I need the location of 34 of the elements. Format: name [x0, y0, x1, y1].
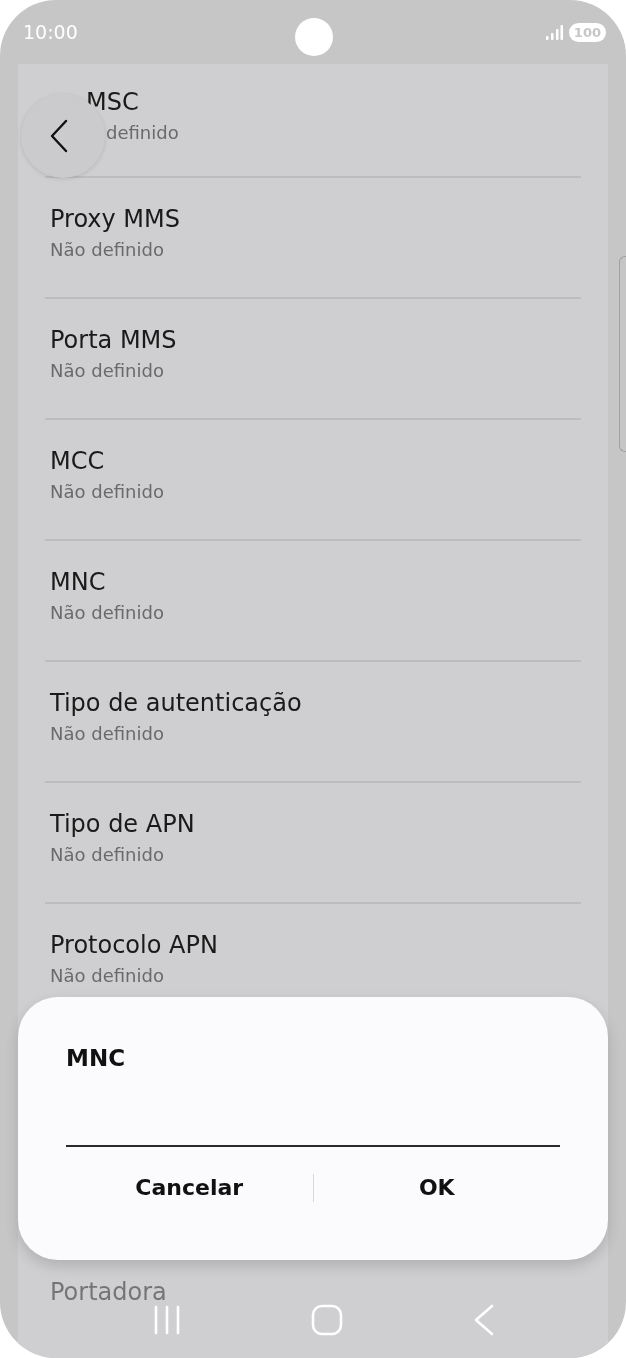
setting-value: Não definido: [50, 723, 165, 744]
back-icon[interactable]: [473, 1304, 495, 1336]
setting-value: Não definido: [50, 481, 165, 502]
setting-title: Porta MMS: [50, 326, 178, 354]
battery-level: 100: [568, 22, 606, 42]
signal-icon: [544, 24, 563, 40]
settings-item[interactable]: Porta MMS Não definido: [45, 299, 581, 420]
camera-hole: [295, 18, 333, 56]
setting-title: Tipo de APN: [50, 810, 196, 838]
setting-title: Tipo de autenticação: [50, 689, 303, 717]
setting-value: Não definido: [50, 239, 165, 260]
setting-title: Proxy MMS: [50, 205, 182, 233]
settings-item[interactable]: Proxy MMS Não definido: [45, 178, 581, 299]
settings-item[interactable]: Tipo de APN Não definido: [45, 783, 581, 904]
settings-item[interactable]: MNC Não definido: [45, 541, 581, 662]
setting-value: Não definido: [50, 844, 165, 865]
dialog-button[interactable]: OK: [313, 1161, 560, 1214]
setting-value: Não definido: [50, 360, 165, 381]
settings-item[interactable]: MCC Não definido: [45, 420, 581, 541]
setting-value: Não definido: [50, 602, 165, 623]
status-time: 10:00: [23, 21, 78, 43]
back-icon: [49, 119, 69, 153]
setting-title: MNC: [50, 568, 107, 596]
setting-value: Não definido: [50, 965, 165, 986]
scrollbar[interactable]: [619, 256, 626, 452]
setting-title: Protocolo APN: [50, 931, 219, 959]
home-icon[interactable]: [311, 1304, 343, 1336]
setting-value: definido: [106, 121, 180, 143]
dialog-title: MNC: [66, 1045, 127, 1071]
setting-title: Portadora: [50, 1278, 167, 1306]
settings-item[interactable]: Tipo de autenticação Não definido: [45, 662, 581, 783]
recents-icon[interactable]: [153, 1305, 181, 1335]
dialog-button[interactable]: Cancelar: [66, 1161, 313, 1214]
setting-title: MCC: [50, 447, 106, 475]
